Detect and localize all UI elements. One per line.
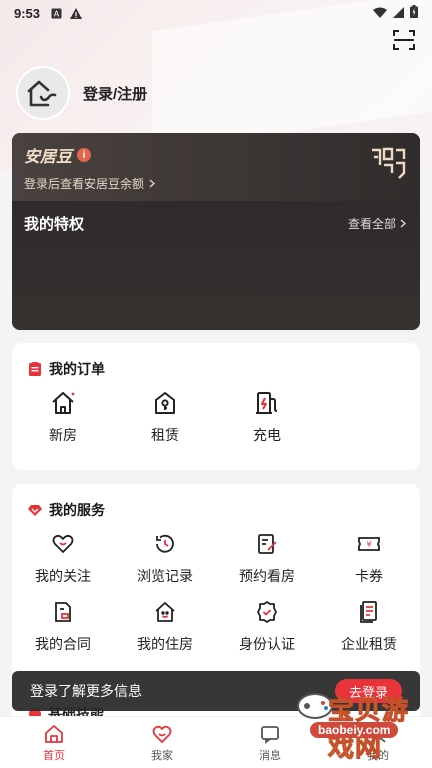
service-label: 我的关注 [35, 568, 91, 584]
order-item-label: 充电 [253, 427, 281, 443]
order-new-house[interactable]: 新房 [12, 389, 114, 445]
wifi-icon [373, 6, 387, 21]
verify-badge-icon [257, 601, 277, 623]
booking-icon [258, 534, 277, 554]
house-icon [52, 392, 75, 414]
bean-balance-text: 登录后查看安居豆余额 [24, 177, 145, 191]
tab-messages[interactable]: 消息 [216, 717, 324, 768]
login-prompt-banner: 登录了解更多信息 去登录 [12, 671, 420, 711]
avatar[interactable] [16, 66, 70, 120]
coupon-icon: ¥ [358, 537, 380, 551]
service-label: 我的住房 [137, 636, 193, 652]
order-item-label: 新房 [49, 427, 77, 443]
battery-icon [410, 5, 418, 21]
history-icon [156, 534, 174, 553]
user-icon [370, 726, 386, 743]
diamond-icon [28, 503, 42, 517]
privilege-section: 我的特权 查看全部 [12, 201, 420, 330]
tab-home[interactable]: 首页 [0, 717, 108, 768]
orders-card: 我的订单 新房 租赁 充电 [12, 343, 420, 470]
vip-card: 安居豆 i 登录后查看安居豆余额 我的特权 查看全部 [12, 133, 420, 330]
see-all-text: 查看全部 [347, 217, 396, 231]
orders-title: 我的订单 [12, 343, 420, 379]
service-favorites[interactable]: 我的关注 [12, 532, 114, 586]
charging-station-icon [256, 392, 278, 414]
order-clipboard-icon [28, 362, 42, 376]
my-house-icon [155, 602, 175, 622]
heart-icon [52, 534, 74, 553]
signal-icon [393, 6, 404, 21]
enterprise-lease-icon [360, 601, 377, 623]
status-time: 9:53 [14, 5, 41, 21]
service-contracts[interactable]: 我的合同 [12, 600, 114, 654]
see-all-link[interactable]: 查看全部 [347, 215, 407, 232]
service-label: 浏览记录 [137, 568, 193, 584]
order-item-label: 租赁 [151, 427, 179, 443]
info-icon[interactable]: i [77, 148, 92, 162]
heart-home-icon [152, 725, 172, 743]
service-label: 预约看房 [239, 568, 295, 584]
services-title: 我的服务 [12, 484, 420, 520]
contract-icon [55, 602, 71, 622]
login-prompt-text: 登录了解更多信息 [30, 683, 142, 699]
service-history[interactable]: 浏览记录 [114, 532, 216, 586]
bean-logo-icon [370, 147, 406, 181]
svg-text:¥: ¥ [366, 540, 371, 549]
services-title-text: 我的服务 [49, 502, 105, 518]
notification-a-icon: A [50, 7, 62, 19]
scan-icon[interactable] [392, 28, 416, 52]
warning-icon [70, 7, 83, 19]
go-login-button[interactable]: 去登录 [334, 679, 402, 703]
service-label: 卡券 [355, 568, 383, 584]
service-label: 身份认证 [239, 636, 295, 652]
chevron-right-icon [149, 177, 156, 191]
bottom-tab-bar: 首页 我家 消息 我的 [0, 716, 432, 768]
order-rental[interactable]: 租赁 [114, 389, 216, 445]
service-label: 我的合同 [35, 636, 91, 652]
tab-my-home[interactable]: 我家 [108, 717, 216, 768]
tab-label: 消息 [259, 750, 281, 762]
bean-balance-hint[interactable]: 登录后查看安居豆余额 [24, 175, 408, 192]
tab-mine[interactable]: 我的 [324, 717, 432, 768]
orders-title-text: 我的订单 [49, 361, 105, 377]
service-label: 企业租赁 [341, 636, 397, 652]
service-coupons[interactable]: ¥ 卡券 [318, 532, 420, 586]
bean-title-text: 安居豆 [24, 149, 73, 166]
service-my-house[interactable]: 我的住房 [114, 600, 216, 654]
tab-label: 我的 [367, 750, 389, 762]
service-enterprise-lease[interactable]: 企业租赁 [318, 600, 420, 654]
home-icon [45, 725, 63, 743]
service-booking[interactable]: 预约看房 [216, 532, 318, 586]
order-charging[interactable]: 充电 [216, 389, 318, 445]
profile-login[interactable]: 登录/注册 [16, 66, 147, 120]
tab-label: 首页 [43, 750, 65, 762]
bean-title: 安居豆 i [24, 143, 408, 167]
chevron-right-icon [400, 217, 407, 231]
svg-text:A: A [53, 9, 59, 18]
status-bar: 9:53 A [0, 0, 432, 26]
login-register-link[interactable]: 登录/注册 [83, 83, 147, 104]
rental-key-icon [155, 392, 175, 414]
tab-label: 我家 [151, 750, 173, 762]
service-verify[interactable]: 身份认证 [216, 600, 318, 654]
message-icon [261, 726, 279, 744]
bean-section[interactable]: 安居豆 i 登录后查看安居豆余额 [12, 133, 420, 201]
